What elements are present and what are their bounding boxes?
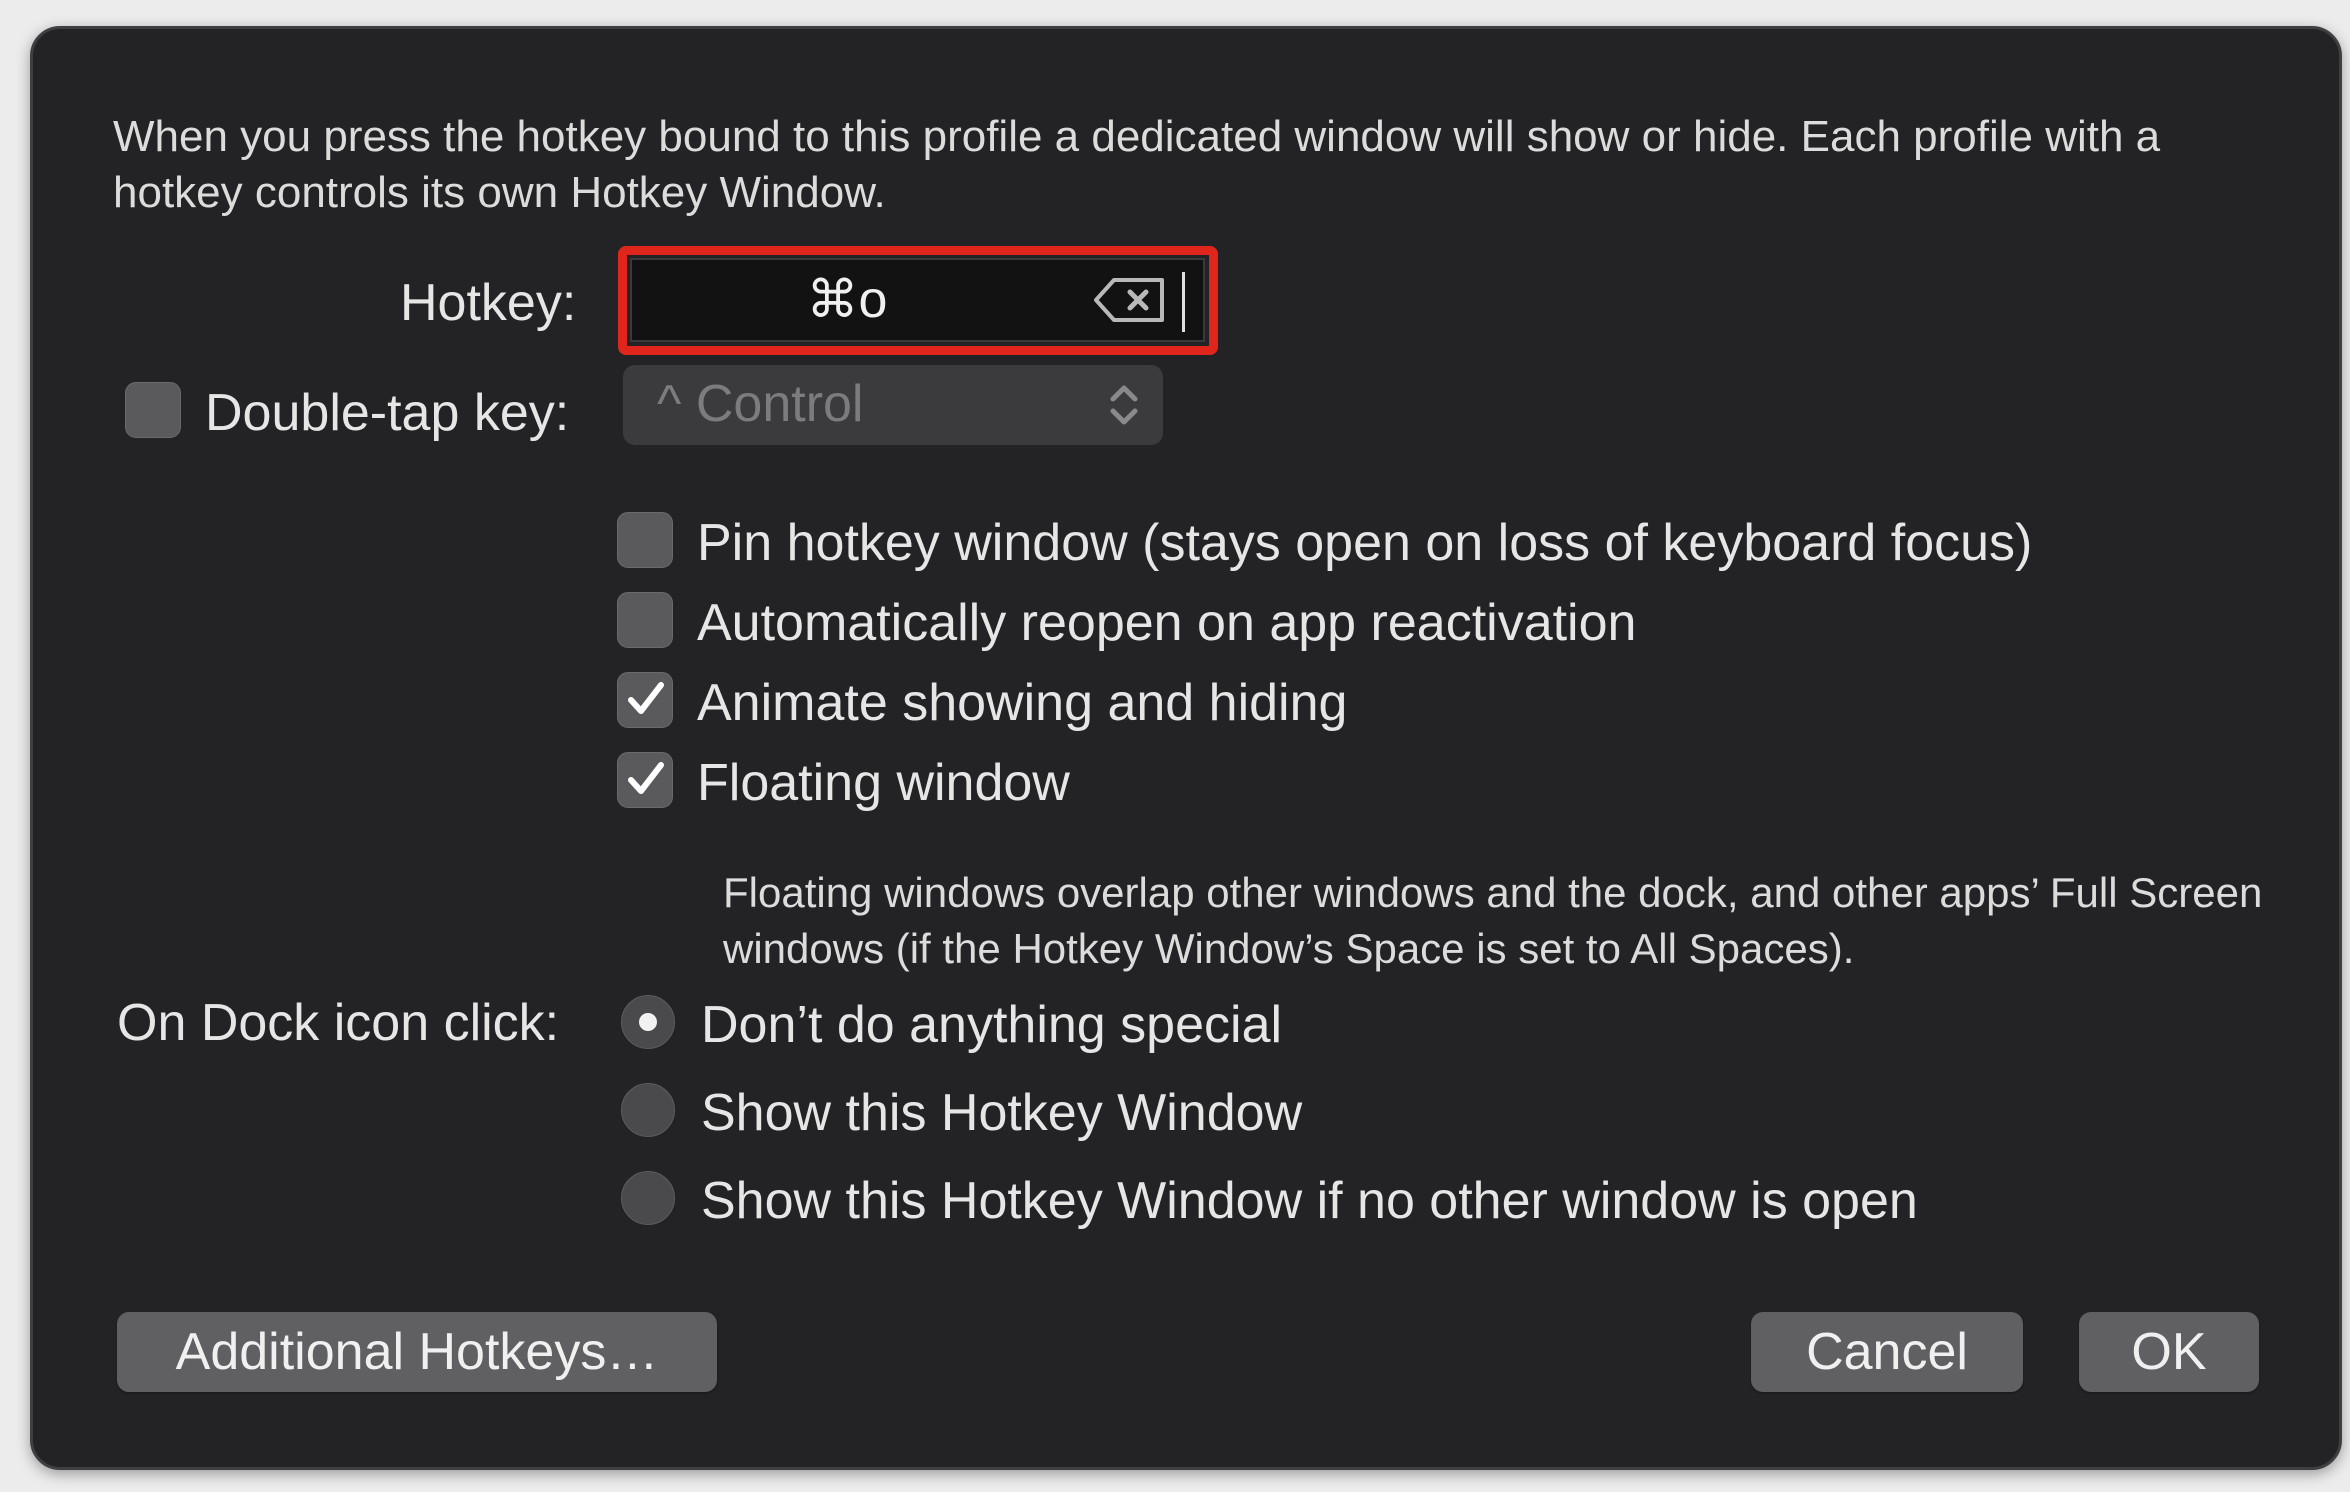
double-tap-checkbox[interactable] xyxy=(125,382,181,438)
radio-show-window[interactable] xyxy=(621,1083,675,1137)
checkmark-icon xyxy=(628,762,664,794)
checkmark-icon xyxy=(628,682,664,714)
animate-label: Animate showing and hiding xyxy=(697,674,1348,732)
radio-show-window-label: Show this Hotkey Window xyxy=(701,1084,1303,1142)
hotkey-label: Hotkey: xyxy=(400,274,577,332)
pin-hotkey-window-checkbox[interactable] xyxy=(617,512,673,568)
additional-hotkeys-button[interactable]: Additional Hotkeys… xyxy=(117,1312,717,1392)
floating-window-checkbox[interactable] xyxy=(617,752,673,808)
description-text: When you press the hotkey bound to this … xyxy=(113,112,2161,217)
up-down-chevron-icon xyxy=(1110,385,1138,425)
hotkey-window-sheet: When you press the hotkey bound to this … xyxy=(30,26,2342,1470)
ok-button[interactable]: OK xyxy=(2079,1312,2259,1392)
auto-reopen-checkbox[interactable] xyxy=(617,592,673,648)
radio-do-nothing-label: Don’t do anything special xyxy=(701,996,1283,1054)
text-caret xyxy=(1182,272,1185,332)
hotkey-value: ⌘o xyxy=(806,271,888,329)
dock-click-label: On Dock icon click: xyxy=(117,994,560,1052)
animate-checkbox[interactable] xyxy=(617,672,673,728)
delete-left-icon[interactable] xyxy=(1092,276,1168,324)
radio-do-nothing[interactable] xyxy=(621,995,675,1049)
auto-reopen-label: Automatically reopen on app reactivation xyxy=(697,594,1637,652)
hotkey-recorder-field[interactable]: ⌘o xyxy=(630,258,1205,342)
cancel-button[interactable]: Cancel xyxy=(1751,1312,2023,1392)
radio-show-if-no-window[interactable] xyxy=(621,1171,675,1225)
pin-hotkey-window-label: Pin hotkey window (stays open on loss of… xyxy=(697,514,2033,572)
double-tap-key-popup[interactable]: ^ Control xyxy=(623,365,1163,445)
radio-show-if-no-window-label: Show this Hotkey Window if no other wind… xyxy=(701,1172,1918,1230)
floating-window-note: Floating windows overlap other windows a… xyxy=(723,869,2263,972)
double-tap-key-value: ^ Control xyxy=(657,375,864,433)
floating-window-label: Floating window xyxy=(697,754,1070,812)
double-tap-label: Double-tap key: xyxy=(205,384,570,442)
